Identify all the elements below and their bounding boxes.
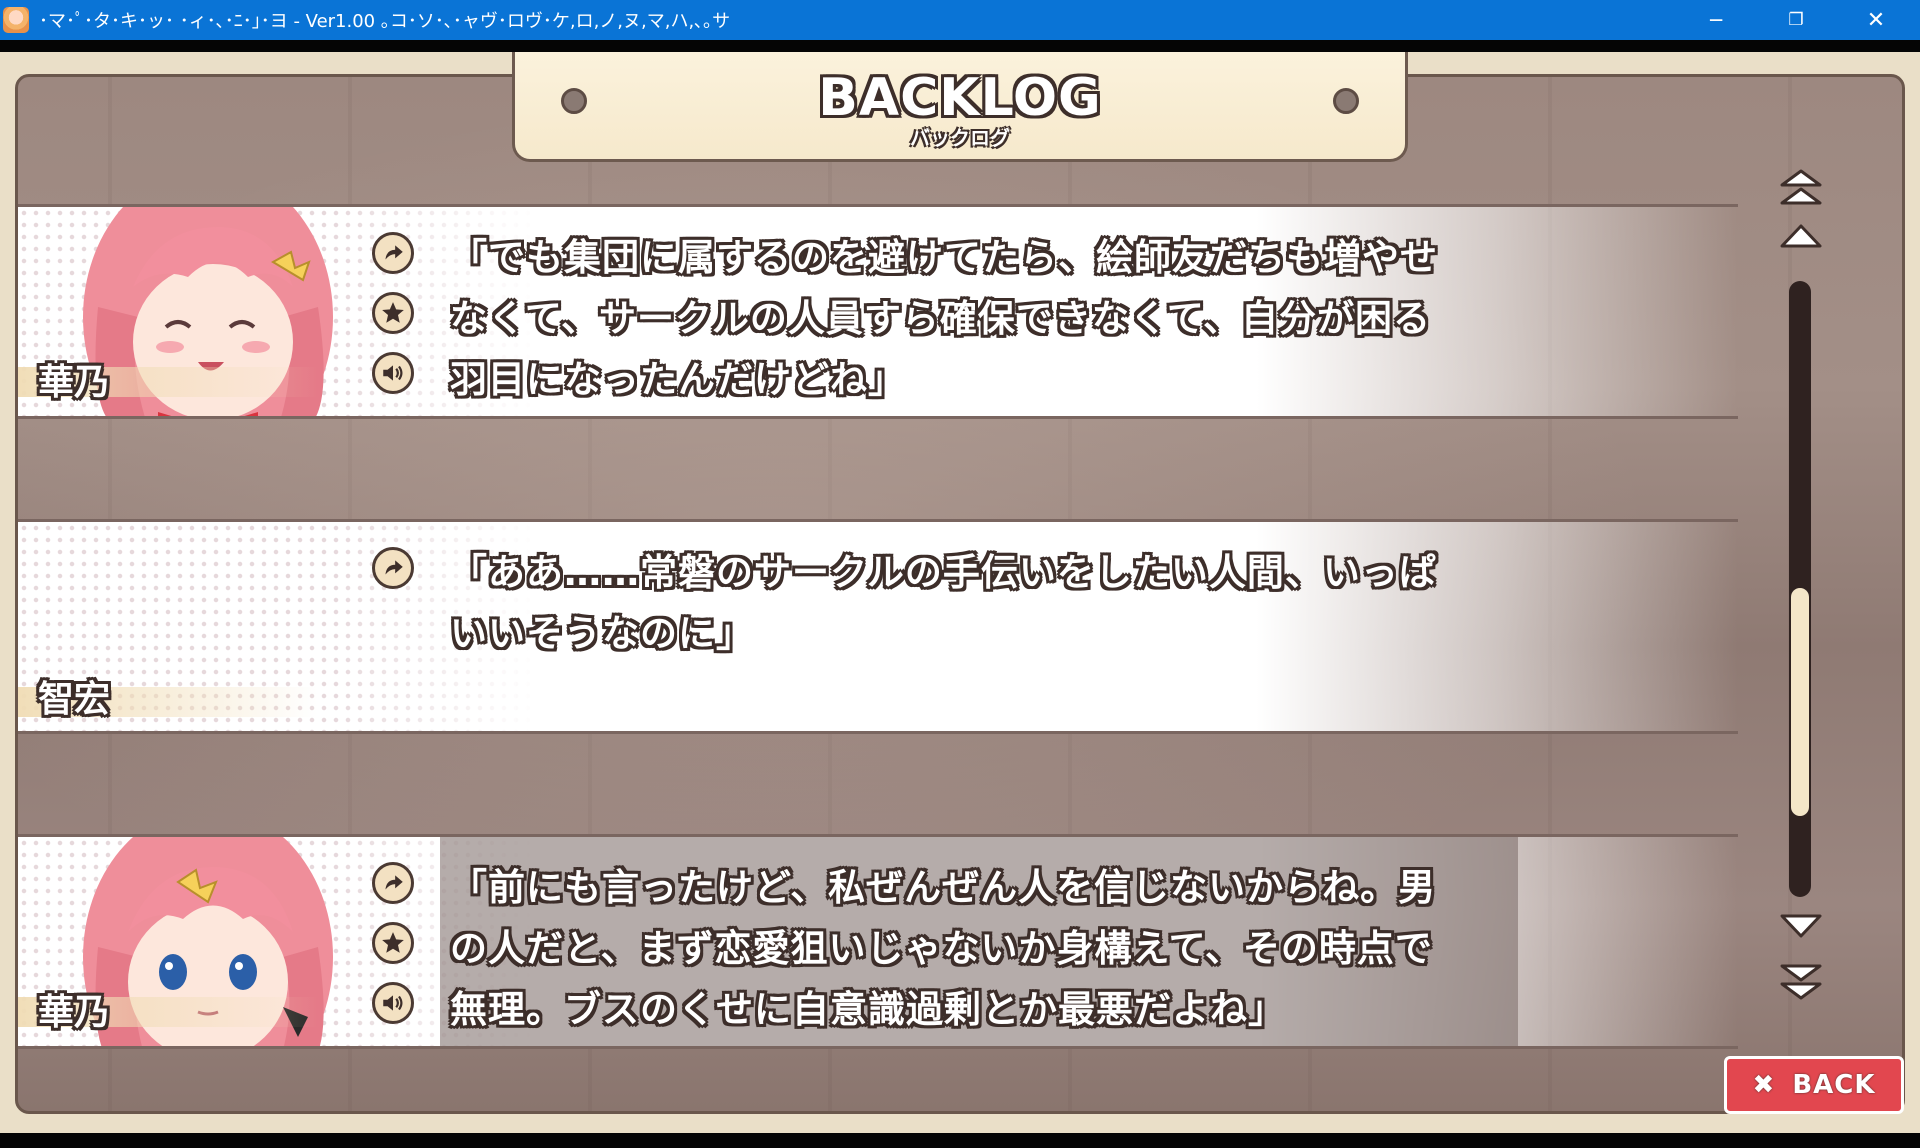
speaker-name: 智宏: [38, 679, 111, 720]
dialog-line: 羽目になったんだけどね」: [450, 358, 906, 401]
scroll-to-bottom-button[interactable]: [1778, 958, 1824, 1004]
app-icon: [3, 7, 29, 33]
back-label: BACK: [1792, 1070, 1876, 1100]
dialog-line: 無理。ブスのくせに自意識過剰とか最悪だよね」: [450, 988, 1286, 1031]
game-screen: BACKLOG バックログ 華乃 「でも集団に属するのを避けてたら、絵師友だちも…: [0, 52, 1920, 1133]
scroll-to-top-button[interactable]: [1778, 165, 1824, 211]
jump-button[interactable]: [372, 862, 414, 904]
close-button[interactable]: ✕: [1836, 0, 1916, 40]
scroll-up-button[interactable]: [1778, 220, 1824, 250]
dialog-line: なくて、サークルの人員すら確保できなくて、自分が困る: [450, 297, 1431, 340]
double-chevron-up-icon: [1780, 169, 1822, 205]
favorite-button[interactable]: [372, 922, 414, 964]
log-entry: 華乃 「でも集団に属するのを避けてたら、絵師友だちも増やせ なくて、サークルの人…: [18, 204, 1738, 419]
backlog-subtitle: バックログ: [910, 126, 1010, 150]
letterbox-top: [0, 40, 1920, 52]
voice-replay-button[interactable]: [372, 982, 414, 1024]
window-title: ･マ･ﾟ･タ･キ･ッ･ ･ィ･､･ﾆ･｣･ヨ - Ver1.00 ｡コ･ソ･､･…: [39, 11, 731, 32]
scroll-down-button[interactable]: [1778, 912, 1824, 942]
speaker-icon: [383, 365, 403, 381]
minimize-button[interactable]: ─: [1676, 0, 1756, 40]
log-entry: 智宏 「ああ……常磐のサークルの手伝いをしたい人間、いっぱ いいそうなのに」: [18, 519, 1738, 734]
double-chevron-down-icon: [1780, 964, 1822, 1000]
chevron-down-icon: [1780, 914, 1822, 938]
dialog-line: いいそうなのに」: [450, 612, 754, 655]
jump-button[interactable]: [372, 547, 414, 589]
dialog-line: 「ああ……常磐のサークルの手伝いをしたい人間、いっぱ: [450, 551, 1437, 594]
voice-replay-button[interactable]: [372, 352, 414, 394]
favorite-button[interactable]: [372, 292, 414, 334]
backlog-title: BACKLOG: [818, 68, 1102, 128]
restore-button[interactable]: ❐: [1756, 0, 1836, 40]
scrollbar-thumb[interactable]: [1791, 588, 1809, 816]
dialog-line: 「でも集団に属するのを避けてたら、絵師友だちも増やせ: [450, 236, 1438, 279]
jump-arrow-icon: [385, 875, 403, 890]
star-icon: [382, 302, 404, 323]
close-x-icon: ✖: [1752, 1070, 1775, 1100]
speaker-name: 華乃: [38, 362, 111, 403]
letterbox-bottom: [0, 1133, 1920, 1148]
speaker-name: 華乃: [38, 992, 111, 1033]
backlog-header: BACKLOG バックログ: [512, 52, 1408, 162]
dialog-text[interactable]: 「ああ……常磐のサークルの手伝いをしたい人間、いっぱ いいそうなのに」: [450, 542, 1490, 664]
log-entry-selected: 華乃 「前にも言ったけど、私ぜんぜん人を信じないからね。男 の人だと、まず恋愛狙…: [18, 834, 1738, 1049]
jump-arrow-icon: [385, 560, 403, 575]
dialog-text[interactable]: 「前にも言ったけど、私ぜんぜん人を信じないからね。男 の人だと、まず恋愛狙いじゃ…: [450, 857, 1490, 1040]
chevron-up-icon: [1780, 224, 1822, 248]
speaker-icon: [383, 995, 403, 1011]
window-titlebar: ･マ･ﾟ･タ･キ･ッ･ ･ィ･､･ﾆ･｣･ヨ - Ver1.00 ｡コ･ソ･､･…: [0, 0, 1920, 40]
star-icon: [382, 932, 404, 953]
dialog-text[interactable]: 「でも集団に属するのを避けてたら、絵師友だちも増やせ なくて、サークルの人員すら…: [450, 227, 1490, 410]
jump-arrow-icon: [385, 245, 403, 260]
jump-button[interactable]: [372, 232, 414, 274]
back-button[interactable]: ✖ BACK: [1724, 1056, 1904, 1114]
dialog-line: 「前にも言ったけど、私ぜんぜん人を信じないからね。男: [450, 866, 1437, 909]
dialog-line: の人だと、まず恋愛狙いじゃないか身構えて、その時点で: [450, 927, 1433, 970]
